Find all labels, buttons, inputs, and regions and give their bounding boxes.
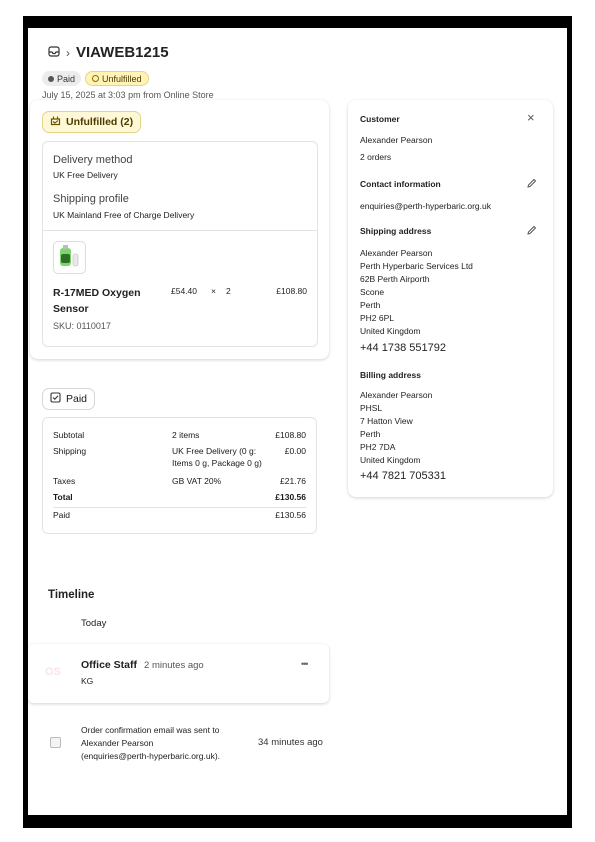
- shipping-line: Alexander Pearson: [360, 248, 433, 258]
- paid-status-badge: Paid: [42, 71, 82, 86]
- fulfillment-card: Unfulfilled (2) Delivery method UK Free …: [30, 100, 329, 359]
- edit-contact-pencil-icon[interactable]: [526, 178, 537, 191]
- paid-badge-label: Paid: [57, 73, 76, 84]
- status-badges: Paid Unfulfilled: [42, 71, 149, 86]
- paid-header-pill: Paid: [42, 388, 96, 410]
- delivery-method-label: Delivery method: [53, 154, 133, 166]
- billing-line: Perth: [360, 429, 381, 439]
- product-thumbnail[interactable]: [53, 241, 86, 274]
- page-header: › VIAWEB1215: [48, 44, 169, 61]
- paid-amount: £130.56: [275, 510, 306, 520]
- subtotal-label: Subtotal: [53, 430, 85, 440]
- customer-email[interactable]: enquiries@perth-hyperbaric.org.uk: [360, 200, 491, 213]
- page-title: VIAWEB1215: [76, 44, 169, 61]
- shipping-line: Perth: [360, 300, 381, 310]
- shipping-line: United Kingdom: [360, 326, 421, 336]
- customer-card: Customer × Alexander Pearson 2 orders Co…: [348, 100, 553, 497]
- contact-info-title: Contact information: [360, 179, 441, 189]
- subtotal-amount: £108.80: [275, 430, 306, 440]
- taxes-label: Taxes: [53, 476, 76, 486]
- order-date-line: July 15, 2025 at 3:03 pm from Online Sto…: [42, 90, 214, 100]
- shipping-line: 62B Perth Airporth: [360, 274, 430, 284]
- email-event-line3: (enquiries@perth-hyperbaric.org.uk).: [81, 751, 221, 761]
- billing-phone[interactable]: +44 7821 705331: [360, 470, 446, 482]
- paid-label: Paid: [53, 510, 71, 520]
- email-event-time: 34 minutes ago: [258, 737, 323, 748]
- divider: [53, 507, 306, 508]
- more-actions-icon[interactable]: •••: [301, 659, 309, 669]
- product-name[interactable]: R-17MED Oxygen Sensor: [53, 285, 141, 317]
- customer-orders[interactable]: 2 orders: [360, 151, 391, 164]
- times-symbol: ×: [211, 286, 216, 296]
- unfulfilled-package-icon: [50, 115, 61, 129]
- edit-shipping-pencil-icon[interactable]: [526, 225, 537, 238]
- product-sku: SKU: 0110017: [53, 321, 111, 331]
- avatar: OS: [45, 666, 61, 678]
- shipping-desc-line2: Items 0 g, Package 0 g): [172, 458, 262, 468]
- timeline-comment: OS Office Staff 2 minutes ago KG •••: [28, 644, 329, 703]
- shipping-address-title: Shipping address: [360, 226, 432, 236]
- paid-title: Paid: [66, 393, 88, 405]
- product-name-line1: R-17MED Oxygen: [53, 287, 141, 299]
- unfulfilled-status-badge: Unfulfilled: [85, 71, 149, 86]
- total-label: Total: [53, 492, 73, 502]
- product-name-line2: Sensor: [53, 303, 89, 315]
- fulfillment-details: Delivery method UK Free Delivery Shippin…: [42, 141, 318, 347]
- shipping-desc-line1: UK Free Delivery (0 g:: [172, 446, 257, 456]
- unit-price: £54.40: [171, 286, 197, 296]
- total-amount: £130.56: [275, 492, 306, 502]
- divider: [43, 230, 317, 231]
- shipping-phone[interactable]: +44 1738 551792: [360, 342, 446, 354]
- quantity: 2: [226, 286, 231, 296]
- shipping-profile-label: Shipping profile: [53, 193, 129, 205]
- email-event-icon: [50, 737, 61, 748]
- shipping-line: PH2 6PL: [360, 313, 395, 323]
- unfulfilled-badge-label: Unfulfilled: [102, 73, 142, 84]
- shipping-amount: £0.00: [284, 446, 306, 456]
- delivery-method-value: UK Free Delivery: [53, 170, 118, 180]
- timeline-title: Timeline: [48, 589, 95, 601]
- taxes-amount: £21.76: [280, 476, 306, 486]
- order-page: › VIAWEB1215 Paid Unfulfilled July 15, 2…: [28, 28, 567, 815]
- line-total: £108.80: [276, 286, 307, 296]
- timeline-today-label: Today: [81, 618, 107, 629]
- customer-title: Customer: [360, 114, 400, 124]
- comment-header: Office Staff 2 minutes ago: [81, 659, 204, 671]
- subtotal-items: 2 items: [172, 430, 200, 440]
- comment-time: 2 minutes ago: [144, 660, 204, 671]
- unfulfilled-ring-icon: [92, 75, 100, 82]
- payment-summary: Subtotal 2 items £108.80 Shipping UK Fre…: [42, 417, 317, 534]
- shipping-profile-value: UK Mainland Free of Charge Delivery: [53, 210, 195, 220]
- email-event-line1: Order confirmation email was sent to: [81, 725, 220, 735]
- billing-address-block: Alexander Pearson PHSL 7 Hatton View Per…: [360, 389, 432, 467]
- unfulfilled-title: Unfulfilled (2): [66, 116, 134, 128]
- billing-line: PHSL: [360, 403, 383, 413]
- billing-line: United Kingdom: [360, 455, 421, 465]
- shipping-address-block: Alexander Pearson Perth Hyperbaric Servi…: [360, 247, 473, 338]
- customer-name[interactable]: Alexander Pearson: [360, 134, 432, 147]
- receipt-check-icon: [50, 392, 61, 406]
- billing-line: PH2 7DA: [360, 442, 396, 452]
- shipping-line: Scone: [360, 287, 385, 297]
- inbox-icon[interactable]: [48, 46, 60, 59]
- paid-dot-icon: [48, 75, 54, 82]
- shipping-line: Perth Hyperbaric Services Ltd: [360, 261, 473, 271]
- billing-address-title: Billing address: [360, 370, 421, 380]
- email-event-line2: Alexander Pearson: [81, 738, 154, 748]
- shipping-label: Shipping: [53, 446, 87, 456]
- taxes-desc: GB VAT 20%: [172, 476, 222, 486]
- breadcrumb-chevron: ›: [66, 45, 70, 60]
- close-icon[interactable]: ×: [527, 110, 535, 125]
- billing-line: Alexander Pearson: [360, 390, 433, 400]
- comment-author[interactable]: Office Staff: [81, 659, 137, 671]
- comment-body: KG: [81, 676, 94, 686]
- unfulfilled-header-pill: Unfulfilled (2): [42, 111, 142, 133]
- billing-line: 7 Hatton View: [360, 416, 413, 426]
- shipping-row: Shipping UK Free Delivery (0 g: Items 0 …: [53, 446, 306, 470]
- email-event-text: Order confirmation email was sent to Ale…: [81, 724, 220, 763]
